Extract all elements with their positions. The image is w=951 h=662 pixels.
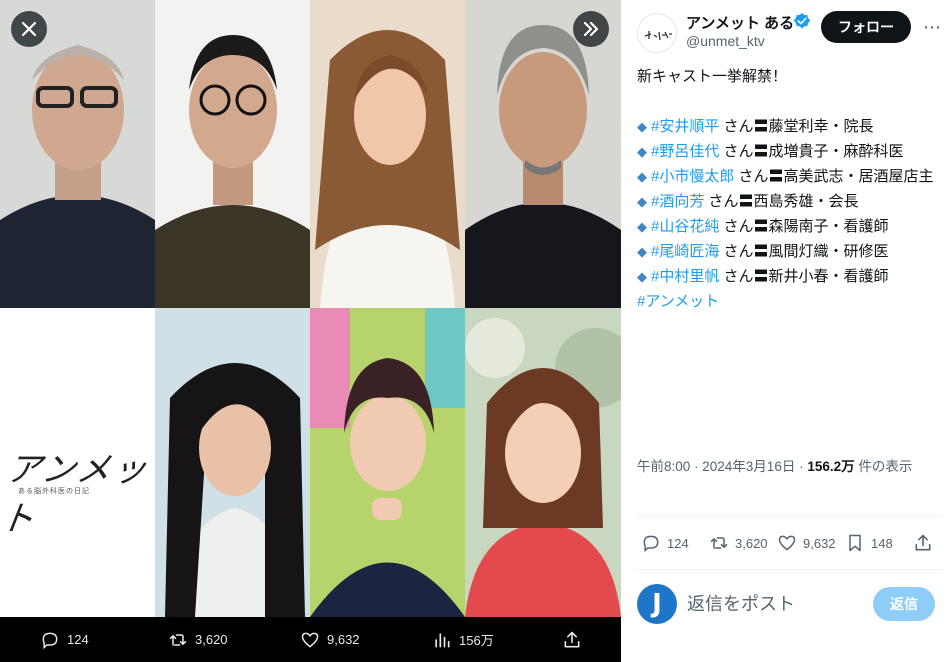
close-icon: [21, 21, 37, 37]
tweet-header: アンメット ある @unmet_ktv フォロー ⋯: [621, 0, 951, 62]
bookmark-button[interactable]: 148: [845, 522, 893, 564]
hashtag-link[interactable]: #アンメット: [637, 293, 719, 310]
bookmark-count: 148: [871, 535, 893, 551]
cast-line: ◆ #中村里帆 さん〓新井小春・看護師: [637, 264, 943, 289]
cast-line: ◆ #野呂佳代 さん〓成増貴子・麻酔科医: [637, 139, 943, 164]
media-like-button[interactable]: 9,632: [300, 617, 360, 662]
tweet-text: 新キャスト一挙解禁！ ◆ #安井順平 さん〓藤堂利幸・院長 ◆ #野呂佳代 さん〓成…: [637, 64, 943, 314]
cast-role: さん〓風間灯織・研修医: [719, 243, 889, 260]
cast-photo-3[interactable]: [310, 0, 465, 308]
media-reply-count: 124: [67, 632, 89, 647]
like-button[interactable]: 9,632: [777, 522, 836, 564]
reply-icon: [42, 632, 58, 649]
media-retweet-button[interactable]: 3,620: [168, 617, 228, 662]
close-button[interactable]: [11, 11, 47, 47]
share-icon: [915, 534, 931, 551]
user-avatar[interactable]: J: [637, 584, 677, 624]
diamond-icon: ◆: [637, 119, 647, 134]
cast-line: ◆ #安井順平 さん〓藤堂利幸・院長: [637, 114, 943, 139]
diamond-icon: ◆: [637, 169, 647, 184]
media-share-button[interactable]: [562, 617, 582, 662]
more-options-button[interactable]: ⋯: [919, 15, 945, 39]
views-chart-icon: [435, 632, 450, 647]
reply-button[interactable]: 124: [641, 522, 689, 564]
cast-photo-2[interactable]: [155, 0, 310, 308]
display-name[interactable]: アンメット ある: [686, 12, 794, 33]
cast-line: ◆ #酒向芳 さん〓西島秀雄・会長: [637, 189, 943, 214]
retweet-icon: [169, 633, 187, 646]
share-icon: [564, 631, 580, 647]
like-count: 9,632: [803, 535, 836, 551]
cast-photo-7[interactable]: [465, 308, 621, 617]
follow-button[interactable]: フォロー: [821, 11, 911, 43]
reply-submit-button[interactable]: 返信: [873, 587, 935, 621]
tweet-headline: 新キャスト一挙解禁！: [637, 68, 788, 85]
media-views-count: 156万: [459, 633, 494, 648]
tweet-timestamp[interactable]: 午前8:00 · 2024年3月16日 ·: [637, 459, 807, 474]
verified-badge-icon: [793, 12, 811, 29]
cast-line: ◆ #山谷花純 さん〓森陽南子・看護師: [637, 214, 943, 239]
reply-input[interactable]: [687, 591, 867, 617]
hashtag-link[interactable]: #野呂佳代: [651, 143, 719, 160]
chevron-double-right-icon: [583, 21, 599, 37]
cast-role: さん〓高美武志・居酒屋店主: [734, 168, 934, 185]
hashtag-link[interactable]: #安井順平: [651, 118, 719, 135]
account-logo-icon: [638, 14, 676, 52]
expand-panel-button[interactable]: [573, 11, 609, 47]
hashtag-link[interactable]: #山谷花純: [651, 218, 719, 235]
cast-role: さん〓西島秀雄・会長: [704, 193, 859, 210]
hashtag-link[interactable]: #中村里帆: [651, 268, 719, 285]
retweet-icon: [710, 537, 728, 549]
cast-role: さん〓新井小春・看護師: [719, 268, 889, 285]
divider: [637, 569, 943, 570]
retweet-count: 3,620: [735, 535, 768, 551]
diamond-icon: ◆: [637, 194, 647, 209]
drama-logo-card: アンメット ある脳外科医の日記: [0, 308, 155, 617]
cast-role: さん〓藤堂利幸・院長: [719, 118, 874, 135]
diamond-icon: ◆: [637, 244, 647, 259]
account-handle[interactable]: @unmet_ktv: [686, 33, 765, 49]
bookmark-icon: [849, 534, 861, 552]
tweet-meta: 午前8:00 · 2024年3月16日 · 156.2万 件の表示: [637, 456, 943, 478]
retweet-button[interactable]: 3,620: [709, 522, 768, 564]
view-count: 156.2万: [807, 459, 855, 474]
cast-role: さん〓森陽南子・看護師: [719, 218, 889, 235]
cast-photo-5[interactable]: [155, 308, 310, 617]
share-button[interactable]: [913, 522, 933, 564]
media-views-button[interactable]: 156万: [432, 617, 494, 662]
heart-icon: [778, 535, 796, 551]
more-dots-icon: ⋯: [923, 16, 941, 37]
diamond-icon: ◆: [637, 144, 647, 159]
cast-photo-6[interactable]: [310, 308, 465, 617]
media-retweet-count: 3,620: [195, 632, 228, 647]
hashtag-link[interactable]: #小市慢太郎: [651, 168, 734, 185]
reply-count: 124: [667, 535, 689, 551]
media-like-count: 9,632: [327, 632, 360, 647]
diamond-icon: ◆: [637, 269, 647, 284]
media-action-bar: 124 3,620 9,632 156万: [0, 617, 621, 662]
tweet-action-bar: 124 3,620 9,632 148: [621, 522, 951, 564]
drama-logo-subtitle: ある脳外科医の日記: [18, 488, 90, 495]
view-suffix: 件の表示: [854, 459, 913, 474]
account-avatar[interactable]: [637, 13, 677, 53]
divider: [637, 515, 943, 516]
cast-photo-grid: アンメット ある脳外科医の日記: [0, 0, 621, 617]
reply-icon: [643, 535, 659, 553]
app-window: アンメット ある脳外科医の日記 124 3,620 9,632 156万 アンメ…: [0, 0, 951, 662]
reply-composer: J 返信: [621, 574, 951, 634]
cast-line: ◆ #尾崎匠海 さん〓風間灯織・研修医: [637, 239, 943, 264]
cast-photo-4[interactable]: [465, 0, 621, 308]
media-reply-button[interactable]: 124: [40, 617, 89, 662]
heart-icon: [301, 632, 319, 648]
cast-role: さん〓成増貴子・麻酔科医: [719, 143, 904, 160]
hashtag-line: #アンメット: [637, 289, 943, 314]
hashtag-link[interactable]: #尾崎匠海: [651, 243, 719, 260]
media-viewer: アンメット ある脳外科医の日記 124 3,620 9,632 156万: [0, 0, 621, 662]
diamond-icon: ◆: [637, 219, 647, 234]
cast-line: ◆ #小市慢太郎 さん〓高美武志・居酒屋店主: [637, 164, 943, 189]
hashtag-link[interactable]: #酒向芳: [651, 193, 704, 210]
tweet-panel: アンメット ある @unmet_ktv フォロー ⋯ 新キャスト一挙解禁！ ◆ #…: [621, 0, 951, 662]
